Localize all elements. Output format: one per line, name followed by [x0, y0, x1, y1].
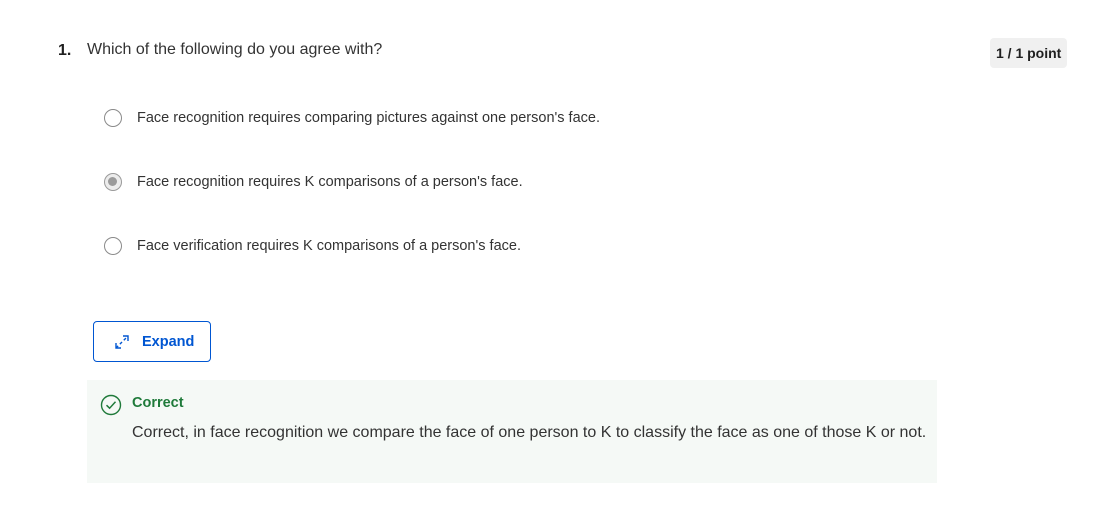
- answer-option-3[interactable]: Face verification requires K comparisons…: [104, 234, 521, 258]
- radio-button-selected[interactable]: [104, 173, 122, 191]
- answer-option-label: Face recognition requires comparing pict…: [137, 110, 600, 126]
- expand-button[interactable]: Expand: [93, 321, 211, 362]
- feedback-text: Correct, in face recognition we compare …: [132, 424, 927, 441]
- answer-option-2[interactable]: Face recognition requires K comparisons …: [104, 170, 523, 194]
- radio-button-unselected[interactable]: [104, 109, 122, 127]
- answer-option-label: Face verification requires K comparisons…: [137, 238, 521, 254]
- question-text: Which of the following do you agree with…: [87, 41, 383, 58]
- question-number: 1.: [58, 42, 72, 59]
- answer-option-label: Face recognition requires K comparisons …: [137, 174, 523, 190]
- answer-option-1[interactable]: Face recognition requires comparing pict…: [104, 106, 600, 130]
- radio-button-unselected[interactable]: [104, 237, 122, 255]
- quiz-page: 1. Which of the following do you agree w…: [0, 0, 1108, 525]
- check-circle-icon: [100, 394, 122, 416]
- points-badge: 1 / 1 point: [990, 38, 1068, 68]
- feedback-title: Correct: [132, 395, 184, 411]
- expand-button-label: Expand: [142, 333, 195, 350]
- feedback-panel: Correct Correct, in face recognition we …: [87, 380, 937, 483]
- expand-arrows-icon: [115, 334, 129, 349]
